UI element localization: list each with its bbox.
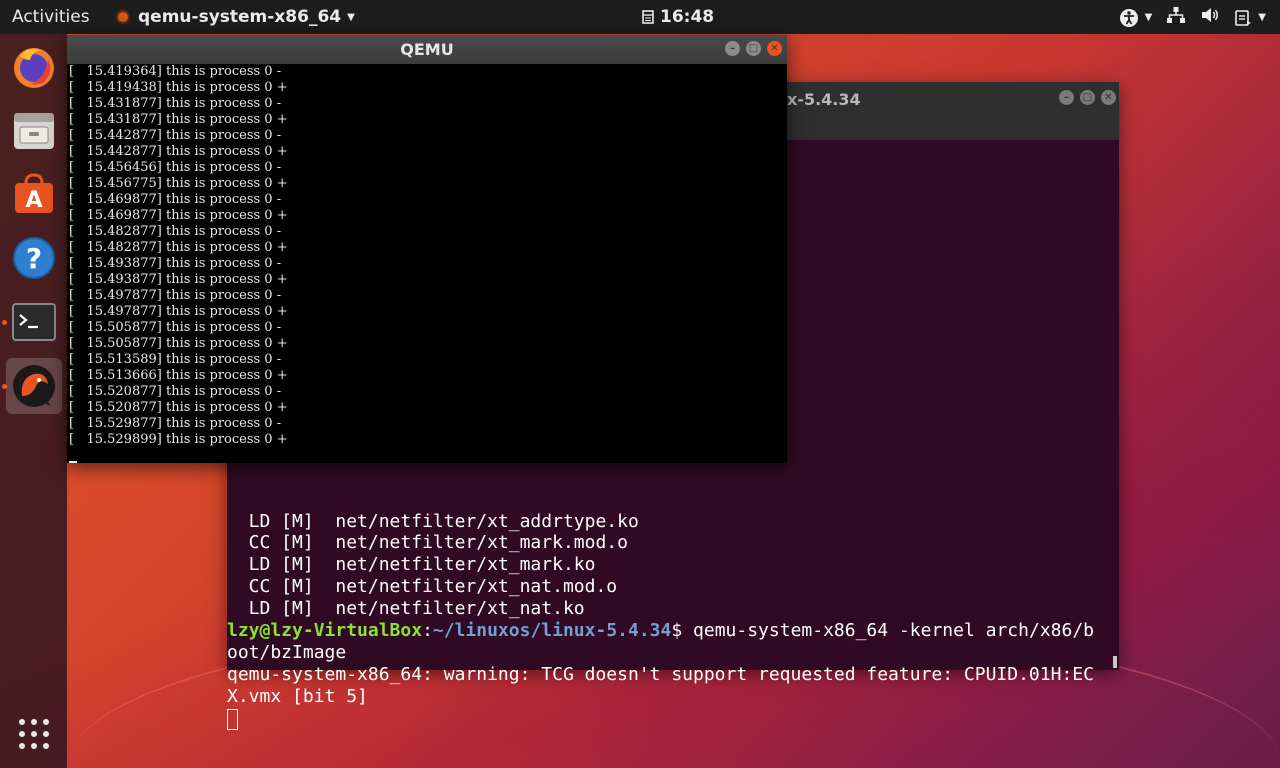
top-panel: Activities qemu-system-x86_64 ▼ 16:48 ▼ … <box>0 0 1280 34</box>
console-line: [ 15.497877] this is process 0 - <box>69 288 282 303</box>
terminal-cursor-line <box>227 708 238 730</box>
qemu-console[interactable]: [ 15.419364] this is process 0 -[ 15.419… <box>67 64 787 463</box>
software-center-icon: A <box>15 173 53 213</box>
console-line: [ 15.469877] this is process 0 + <box>69 208 288 223</box>
console-line: [ 15.469877] this is process 0 - <box>69 192 282 207</box>
warning-text-wrap: X.vmx [bit 5] <box>227 686 368 707</box>
console-line: [ 15.529877] this is process 0 - <box>69 416 282 431</box>
console-cursor <box>69 461 77 463</box>
prompt-user: lzy@lzy-VirtualBox <box>227 620 423 641</box>
qemu-title: QEMU <box>400 40 454 59</box>
console-line: [ 15.493877] this is process 0 + <box>69 272 288 287</box>
console-line: [ 15.442877] this is process 0 + <box>69 144 288 159</box>
qemu-window-controls: – □ ✕ <box>725 41 782 56</box>
calendar-icon <box>642 10 654 24</box>
terminal-line: LD [M] net/netfilter/xt_nat.ko <box>227 598 585 619</box>
qemu-app-icon <box>116 10 130 24</box>
console-line: [ 15.431877] this is process 0 - <box>69 96 282 111</box>
console-line: [ 15.482877] this is process 0 + <box>69 240 288 255</box>
console-line: [ 15.505877] this is process 0 + <box>69 336 288 351</box>
text-cursor <box>227 708 238 730</box>
console-line: [ 15.482877] this is process 0 - <box>69 224 282 239</box>
console-line: [ 15.505877] this is process 0 - <box>69 320 282 335</box>
console-line: [ 15.497877] this is process 0 + <box>69 304 288 319</box>
firefox-icon <box>14 48 54 88</box>
app-menu-label: qemu-system-x86_64 <box>138 7 342 27</box>
command-text: qemu-system-x86_64 -kernel arch/x86/b <box>693 620 1094 641</box>
command-text-wrap: oot/bzImage <box>227 642 347 663</box>
dock-software[interactable]: A <box>6 166 62 222</box>
terminal-line: CC [M] net/netfilter/xt_mark.mod.o <box>227 532 628 553</box>
app-menu[interactable]: qemu-system-x86_64 ▼ <box>116 7 355 27</box>
dock-qemu[interactable] <box>6 358 62 414</box>
maximize-icon[interactable]: □ <box>746 41 761 56</box>
accessibility-menu[interactable]: ▼ <box>1119 8 1153 28</box>
terminal-line: CC [M] net/netfilter/xt_nat.mod.o <box>227 576 618 597</box>
terminal-line: LD [M] net/netfilter/xt_addrtype.ko <box>227 511 639 532</box>
volume-icon[interactable] <box>1200 6 1220 29</box>
console-line: [ 15.456456] this is process 0 - <box>69 160 282 175</box>
qemu-titlebar[interactable]: QEMU – □ ✕ <box>67 35 787 64</box>
minimize-icon[interactable]: – <box>725 41 740 56</box>
terminal-scrollbar[interactable] <box>1113 656 1117 668</box>
terminal-prompt-line: lzy@lzy-VirtualBox:~/linuxos/linux-5.4.3… <box>227 620 1094 642</box>
terminal-icon <box>12 303 56 341</box>
console-line: [ 15.513666] this is process 0 + <box>69 368 288 383</box>
accessibility-icon <box>1119 8 1138 27</box>
show-applications-button[interactable] <box>6 706 62 762</box>
chevron-down-icon: ▼ <box>1258 12 1266 23</box>
prompt-separator: : <box>422 620 433 641</box>
console-line: [ 15.529899] this is process 0 + <box>69 432 288 447</box>
console-line: [ 15.520877] this is process 0 - <box>69 384 282 399</box>
grid-icon <box>19 719 49 749</box>
console-line: [ 15.419438] this is process 0 + <box>69 80 288 95</box>
system-tray: ▼ ▼ <box>1119 6 1266 29</box>
svg-text:A: A <box>25 188 42 213</box>
console-line: [ 15.520877] this is process 0 + <box>69 400 288 415</box>
terminal-window-controls: – □ ✕ <box>1059 90 1116 105</box>
close-icon[interactable]: ✕ <box>767 41 782 56</box>
terminal-line: LD [M] net/netfilter/xt_mark.ko <box>227 554 596 575</box>
dock-firefox[interactable] <box>6 38 62 94</box>
console-line: [ 15.456775] this is process 0 + <box>69 176 288 191</box>
qemu-icon <box>13 365 55 407</box>
dock-help[interactable]: ? <box>6 230 62 286</box>
console-line: [ 15.419364] this is process 0 - <box>69 64 282 79</box>
system-menu[interactable]: ▼ <box>1234 9 1266 27</box>
prompt-path: ~/linuxos/linux-5.4.34 <box>432 620 672 641</box>
minimize-icon[interactable]: – <box>1059 90 1074 105</box>
dock-files[interactable] <box>6 102 62 158</box>
activities-button[interactable]: Activities <box>12 7 90 27</box>
power-icon <box>1235 9 1252 26</box>
qemu-window[interactable]: QEMU – □ ✕ [ 15.419364] this is process … <box>67 35 787 463</box>
console-line: [ 15.442877] this is process 0 - <box>69 128 282 143</box>
prompt-dollar: $ <box>671 620 694 641</box>
console-line: [ 15.493877] this is process 0 - <box>69 256 282 271</box>
files-icon <box>14 113 54 149</box>
console-line: [ 15.431877] this is process 0 + <box>69 112 288 127</box>
console-line: [ 15.513589] this is process 0 - <box>69 352 282 367</box>
dock-terminal[interactable] <box>6 294 62 350</box>
svg-text:?: ? <box>26 242 42 275</box>
help-icon: ? <box>13 237 55 279</box>
chevron-down-icon: ▼ <box>1144 12 1153 23</box>
terminal-title: x-5.4.34 <box>787 90 861 109</box>
dock: A ? <box>0 34 67 768</box>
chevron-down-icon: ▼ <box>347 11 355 23</box>
warning-text: qemu-system-x86_64: warning: TCG doesn't… <box>227 664 1094 685</box>
clock[interactable]: 16:48 <box>642 7 714 27</box>
maximize-icon[interactable]: □ <box>1080 90 1095 105</box>
close-icon[interactable]: ✕ <box>1101 90 1116 105</box>
clock-time: 16:48 <box>660 7 715 27</box>
network-icon[interactable] <box>1166 6 1186 29</box>
